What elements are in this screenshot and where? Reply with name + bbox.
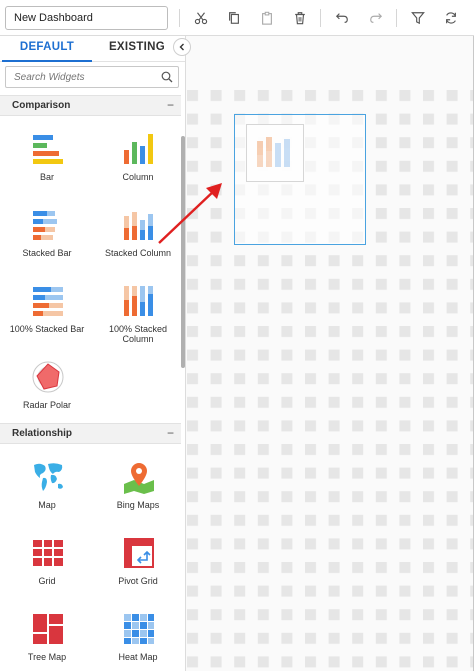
drag-arrow-icon <box>158 183 222 244</box>
bar-chart-icon <box>33 135 63 164</box>
collapse-panel-button[interactable] <box>173 38 191 56</box>
widget-tree-map[interactable]: Tree Map <box>2 612 92 671</box>
section-comparison-header[interactable]: Comparison − <box>0 95 181 116</box>
bing-maps-icon <box>124 463 154 494</box>
widget-bing-maps[interactable]: Bing Maps <box>93 460 183 530</box>
redo-button[interactable] <box>366 8 386 28</box>
toolbar-separator <box>179 9 180 27</box>
search-input[interactable] <box>6 67 156 87</box>
tree-map-icon <box>33 614 63 644</box>
widget-label: Tree Map <box>27 652 67 662</box>
redo-icon <box>370 13 383 23</box>
widget-stacked-bar[interactable]: Stacked Bar <box>2 208 92 278</box>
widget-label: 100% Stacked Bar <box>9 324 85 334</box>
section-title: Comparison <box>12 100 71 111</box>
widget-pivot-grid[interactable]: Pivot Grid <box>93 536 183 606</box>
widget-label: 100% Stacked Column <box>108 324 168 344</box>
widget-radar-polar[interactable]: Radar Polar <box>2 360 92 430</box>
chevron-left-icon <box>179 43 184 51</box>
widget-map[interactable]: Map <box>2 460 92 530</box>
toolbar <box>0 0 474 36</box>
column-chart-icon <box>124 134 153 164</box>
toolbar-separator <box>396 9 397 27</box>
heat-map-icon <box>124 614 154 644</box>
collapse-section-icon[interactable]: − <box>167 426 174 440</box>
widget-bar[interactable]: Bar <box>2 132 92 202</box>
dashboard-name-input[interactable] <box>5 6 168 30</box>
widget-label: Bing Maps <box>116 500 160 510</box>
panel-tabs: DEFAULT EXISTING <box>0 36 185 62</box>
search-icon[interactable] <box>161 71 173 83</box>
widget-label: Pivot Grid <box>118 576 158 586</box>
collapse-section-icon[interactable]: − <box>167 98 174 112</box>
tab-existing[interactable]: EXISTING <box>92 36 182 62</box>
refresh-button[interactable] <box>441 8 461 28</box>
paste-button[interactable] <box>257 8 277 28</box>
widget-label: Heat Map <box>118 652 158 662</box>
delete-button[interactable] <box>290 8 310 28</box>
undo-button[interactable] <box>332 8 352 28</box>
pivot-grid-icon <box>124 538 154 568</box>
search-box <box>5 66 179 88</box>
filter-button[interactable] <box>408 8 428 28</box>
widget-label: Map <box>38 500 56 510</box>
stacked-column-100-icon <box>124 286 153 316</box>
widget-100-stacked-column[interactable]: 100% Stacked Column <box>93 284 183 354</box>
map-icon <box>34 463 63 491</box>
widget-panel: DEFAULT EXISTING Comparison − Bar Column <box>0 36 186 671</box>
widget-label: Grid <box>38 576 56 586</box>
refresh-icon <box>446 12 456 24</box>
panel-scrollbar[interactable] <box>181 136 185 368</box>
widget-label: Stacked Bar <box>22 248 72 258</box>
stacked-bar-icon <box>33 211 57 240</box>
radar-polar-icon <box>32 361 64 393</box>
grid-icon <box>33 540 63 566</box>
copy-button[interactable] <box>224 8 244 28</box>
cut-icon <box>194 12 208 25</box>
widget-label: Bar <box>39 172 54 182</box>
widget-label: Radar Polar <box>22 400 72 410</box>
toolbar-separator <box>320 9 321 27</box>
stacked-column-icon <box>257 137 290 167</box>
widget-grid[interactable]: Grid <box>2 536 92 606</box>
section-title: Relationship <box>12 428 73 439</box>
copy-icon <box>229 12 239 24</box>
cut-button[interactable] <box>191 8 211 28</box>
paste-icon <box>262 11 272 25</box>
stacked-bar-100-icon <box>33 287 63 316</box>
section-relationship-header[interactable]: Relationship − <box>0 423 181 444</box>
undo-icon <box>335 13 348 23</box>
delete-icon <box>295 12 305 25</box>
widget-heat-map[interactable]: Heat Map <box>93 612 183 671</box>
tab-default[interactable]: DEFAULT <box>2 36 92 62</box>
filter-icon <box>411 12 425 25</box>
dragged-widget-preview <box>246 124 304 182</box>
widget-100-stacked-bar[interactable]: 100% Stacked Bar <box>2 284 92 354</box>
